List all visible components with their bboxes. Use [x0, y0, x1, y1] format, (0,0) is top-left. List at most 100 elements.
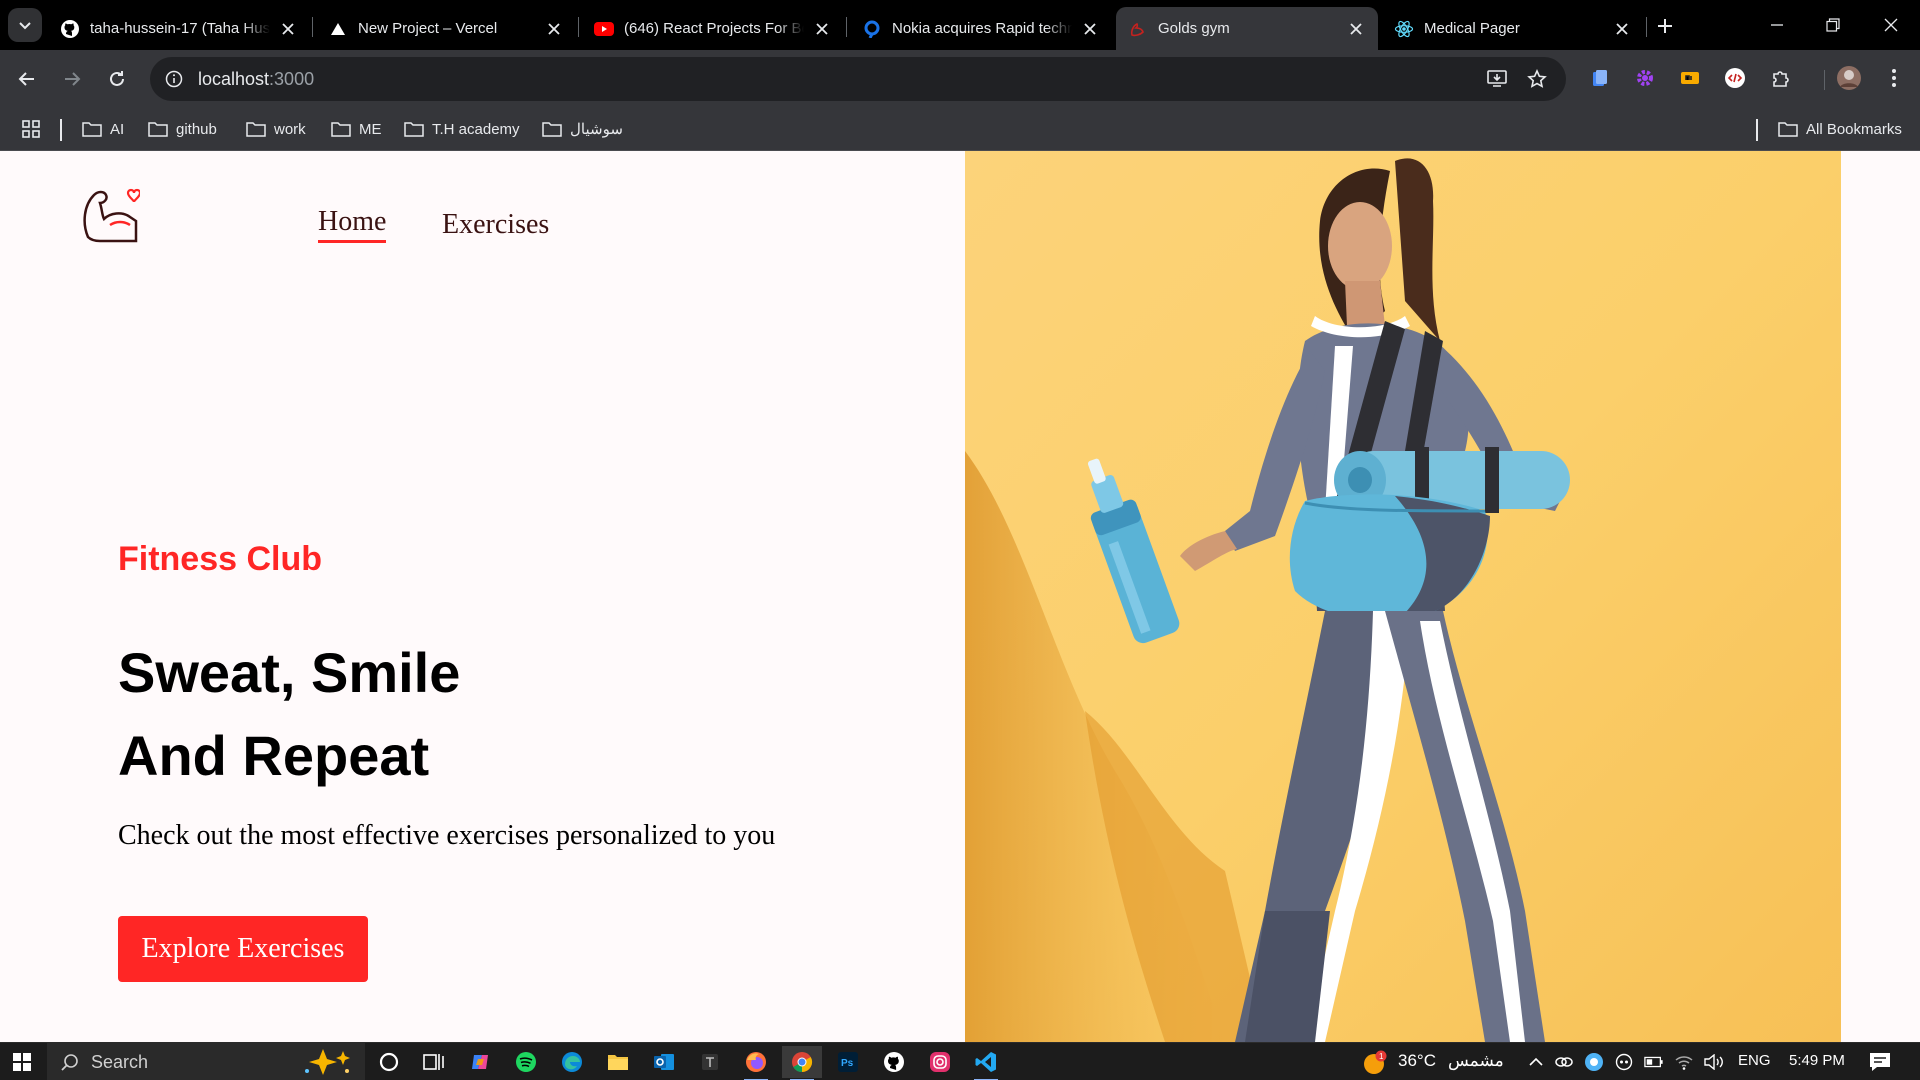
- outlook-icon: [654, 1054, 674, 1070]
- gym-logo-icon: [1128, 19, 1148, 39]
- tray-battery[interactable]: [1644, 1052, 1664, 1072]
- folder-icon: [148, 122, 168, 137]
- files-extension-icon: [1593, 70, 1607, 86]
- speaker-icon: [1704, 1054, 1723, 1070]
- taskbar-github-desktop[interactable]: [874, 1046, 914, 1078]
- close-icon[interactable]: [544, 19, 564, 39]
- cortana-button[interactable]: [369, 1046, 409, 1078]
- close-window-button[interactable]: [1868, 8, 1914, 42]
- vscode-icon: [975, 1052, 996, 1072]
- address-bar[interactable]: localhost:3000: [150, 57, 1566, 101]
- extensions-menu-button[interactable]: [1766, 63, 1796, 93]
- taskbar-photoshop[interactable]: Ps: [828, 1046, 868, 1078]
- taskbar-edge[interactable]: [552, 1046, 592, 1078]
- restore-button[interactable]: [1810, 8, 1856, 42]
- tab-title: Nokia acquires Rapid technology: [892, 20, 1072, 37]
- windows-icon: [13, 1053, 31, 1071]
- forward-button[interactable]: [55, 62, 89, 96]
- taskbar-spotify[interactable]: [506, 1046, 546, 1078]
- taskbar-search-box[interactable]: Search: [47, 1043, 365, 1080]
- apps-button[interactable]: [22, 117, 40, 141]
- hero-title-line-1: Sweat, Smile: [118, 641, 461, 704]
- bookmark-folder-work[interactable]: work: [246, 117, 306, 141]
- start-button[interactable]: [0, 1043, 44, 1080]
- close-icon[interactable]: [812, 19, 832, 39]
- bookmark-label: AI: [110, 120, 125, 138]
- edge-icon: [562, 1052, 582, 1072]
- tray-language[interactable]: ENG: [1738, 1052, 1771, 1069]
- nav-home-link[interactable]: Home: [318, 206, 387, 243]
- minimize-button[interactable]: [1754, 8, 1800, 42]
- taskbar-vscode[interactable]: [966, 1046, 1006, 1080]
- browser-menu-button[interactable]: [1879, 63, 1909, 93]
- taskbar-typora[interactable]: [690, 1046, 730, 1078]
- react-icon: [1394, 19, 1414, 39]
- minimize-icon: [1771, 24, 1783, 26]
- tray-app-blue[interactable]: [1584, 1052, 1604, 1072]
- task-view-button[interactable]: [414, 1046, 454, 1078]
- tray-app-sound[interactable]: [1614, 1052, 1634, 1072]
- bookmark-label: سوشيال: [570, 121, 623, 138]
- blue-app-icon: [1585, 1053, 1603, 1071]
- tab-vercel[interactable]: New Project – Vercel: [316, 7, 576, 50]
- extension-code[interactable]: [1720, 63, 1750, 93]
- tab-search-button[interactable]: [8, 8, 42, 42]
- folder-icon: [542, 122, 562, 137]
- close-icon[interactable]: [1612, 19, 1632, 39]
- back-button[interactable]: [10, 62, 44, 96]
- install-app-button[interactable]: [1480, 62, 1514, 96]
- tray-overflow-button[interactable]: [1526, 1052, 1546, 1072]
- extension-gear[interactable]: [1630, 63, 1660, 93]
- firefox-icon: [746, 1052, 766, 1072]
- bookmark-separator: [60, 119, 62, 141]
- nav-exercises-link[interactable]: Exercises: [442, 209, 549, 241]
- bookmark-folder-github[interactable]: github: [148, 117, 217, 141]
- explore-exercises-button[interactable]: Explore Exercises: [118, 916, 368, 982]
- tab-medical-pager[interactable]: Medical Pager: [1382, 7, 1644, 50]
- taskbar-outlook[interactable]: [644, 1046, 684, 1078]
- hero-subtitle: Check out the most effective exercises p…: [118, 820, 776, 851]
- reload-button[interactable]: [100, 62, 134, 96]
- bookmark-star-button[interactable]: [1520, 62, 1554, 96]
- restore-icon: [1826, 18, 1840, 32]
- tab-github[interactable]: taha-hussein-17 (Taha Hussein): [48, 7, 310, 50]
- tab-youtube[interactable]: (646) React Projects For Beginners: [582, 7, 844, 50]
- tray-volume[interactable]: [1704, 1052, 1724, 1072]
- bookmark-folder-me[interactable]: ME: [331, 117, 382, 141]
- close-icon[interactable]: [1080, 19, 1100, 39]
- bookmark-folder-ai[interactable]: AI: [82, 117, 124, 141]
- gym-logo-icon[interactable]: [80, 181, 140, 243]
- close-icon[interactable]: [1346, 19, 1366, 39]
- taskbar-firefox[interactable]: [736, 1046, 776, 1080]
- headset-icon: [1615, 1053, 1633, 1071]
- folder-icon: [608, 1055, 628, 1070]
- tab-title: Medical Pager: [1424, 20, 1520, 37]
- hero-title: Sweat, Smile And Repeat: [118, 631, 460, 797]
- all-bookmarks-button[interactable]: All Bookmarks: [1778, 117, 1902, 141]
- close-icon[interactable]: [278, 19, 298, 39]
- site-info-icon[interactable]: [158, 63, 190, 95]
- bookmark-folder-th-academy[interactable]: T.H academy: [404, 117, 520, 141]
- notification-center-button[interactable]: [1868, 1052, 1892, 1072]
- tray-link-icon[interactable]: [1554, 1052, 1574, 1072]
- profile-avatar-button[interactable]: [1834, 63, 1864, 93]
- extension-files[interactable]: [1585, 63, 1615, 93]
- github-icon: [884, 1052, 904, 1072]
- tray-network[interactable]: [1674, 1052, 1694, 1072]
- taskbar-instagram[interactable]: [920, 1046, 960, 1078]
- folder-icon: [1778, 122, 1798, 137]
- taskbar-chrome[interactable]: [782, 1046, 822, 1080]
- tab-golds-gym[interactable]: Golds gym: [1116, 7, 1378, 50]
- page-viewport: Home Exercises Fitness Club Sweat, Smile…: [0, 151, 1920, 1042]
- taskbar-copilot[interactable]: [460, 1046, 500, 1078]
- tab-rapid[interactable]: Nokia acquires Rapid technology: [850, 7, 1112, 50]
- new-tab-button[interactable]: [1651, 12, 1679, 40]
- taskbar-file-explorer[interactable]: [598, 1046, 638, 1078]
- bookmark-folder-social[interactable]: سوشيال: [542, 117, 623, 141]
- extension-yellow[interactable]: [1675, 63, 1705, 93]
- tray-clock[interactable]: 5:49 PM: [1789, 1052, 1845, 1069]
- svg-text:Ps: Ps: [841, 1058, 854, 1069]
- task-view-icon: [423, 1054, 444, 1070]
- weather-widget[interactable]: 1: [1362, 1050, 1388, 1076]
- weather-badge: 1: [1379, 1052, 1384, 1061]
